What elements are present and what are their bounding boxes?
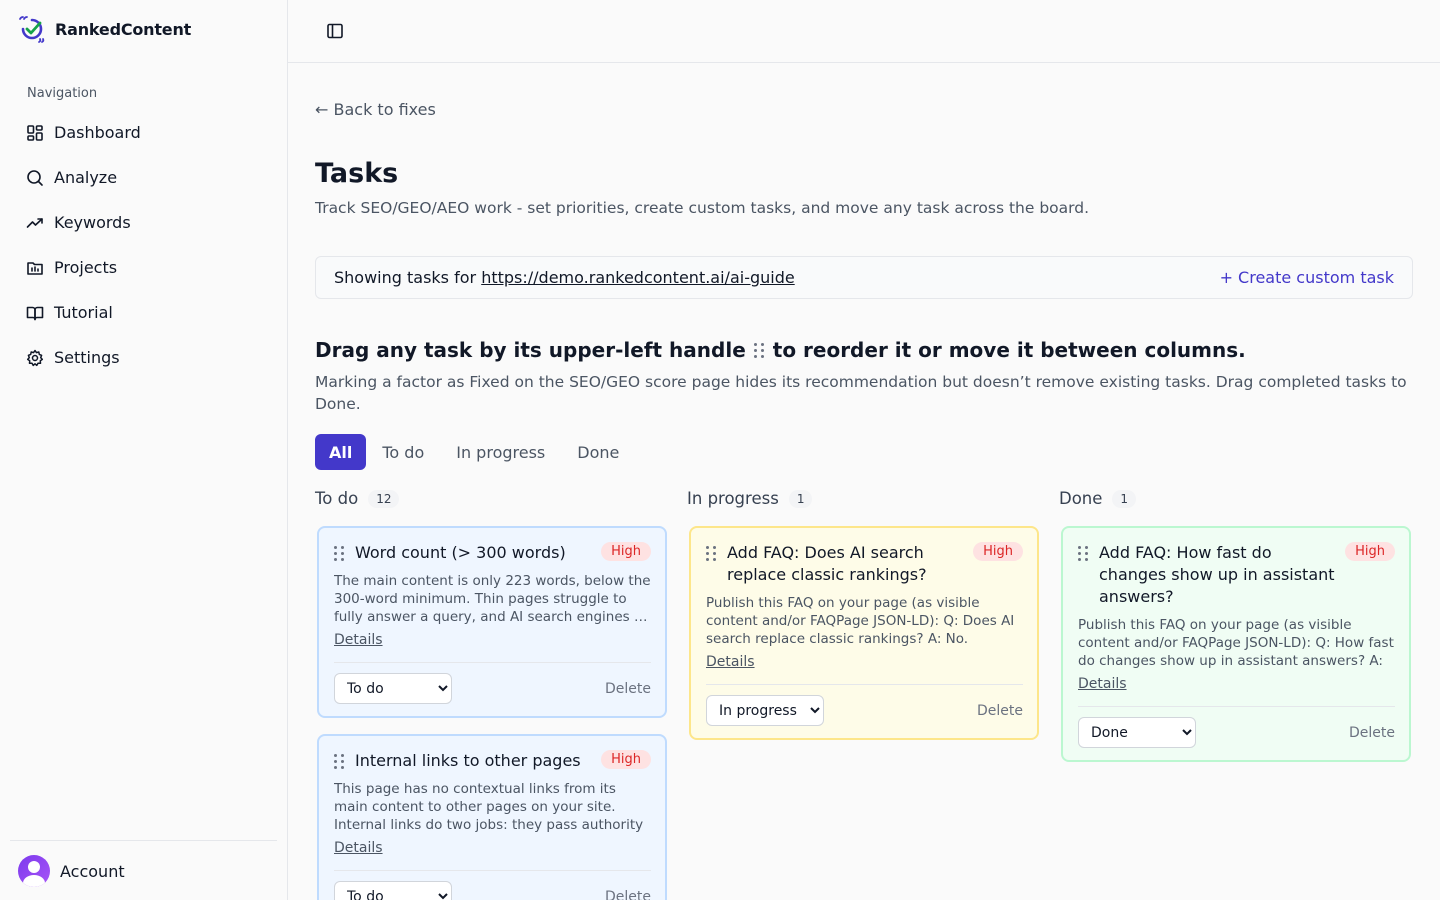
create-custom-task-button[interactable]: + Create custom task — [1220, 268, 1394, 287]
nav-heading: Navigation — [27, 86, 98, 101]
task-title: Internal links to other pages — [355, 751, 581, 770]
priority-badge: High — [1345, 542, 1395, 561]
task-title: Add FAQ: Does AI search replace classic … — [727, 543, 927, 584]
filter-tab-done[interactable]: Done — [561, 434, 635, 470]
sidebar-toggle-button[interactable] — [324, 20, 346, 42]
nav-list: Dashboard Analyze Keywords Projects Tuto… — [16, 110, 272, 380]
task-card[interactable]: Internal links to other pages High This … — [317, 734, 667, 900]
page-subtitle: Track SEO/GEO/AEO work - set priorities,… — [315, 199, 1090, 217]
filter-tab-in-progress[interactable]: In progress — [440, 434, 561, 470]
folder-icon — [27, 261, 43, 275]
sidebar-item-dashboard[interactable]: Dashboard — [16, 110, 272, 155]
status-select[interactable]: To do — [334, 673, 452, 704]
drag-note: Marking a factor as Fixed on the SEO/GEO… — [315, 373, 1407, 413]
task-description: This page has no contextual links from i… — [334, 781, 644, 833]
url-text: Showing tasks for https://demo.rankedcon… — [334, 268, 795, 287]
priority-badge: High — [601, 750, 651, 769]
column-count-badge: 12 — [368, 489, 400, 508]
sidebar-item-label: Dashboard — [54, 123, 141, 142]
account-label: Account — [60, 861, 125, 881]
drag-heading: Drag any task by its upper-left handle t… — [315, 338, 1246, 362]
drag-heading-before: Drag any task by its upper-left handle — [315, 338, 746, 362]
back-to-fixes-link[interactable]: ← Back to fixes — [315, 100, 436, 119]
sidebar-item-tutorial[interactable]: Tutorial — [16, 290, 272, 335]
task-description: Publish this FAQ on your page (as visibl… — [1078, 617, 1394, 669]
sidebar-item-label: Analyze — [54, 168, 118, 187]
trend-icon — [26, 217, 43, 228]
status-select[interactable]: Done — [1078, 717, 1196, 748]
filter-tab-all[interactable]: All — [315, 434, 367, 470]
search-icon — [27, 169, 43, 186]
delete-button[interactable]: Delete — [605, 889, 651, 900]
drag-handle-icon[interactable] — [706, 542, 717, 561]
sidebar-item-label: Projects — [54, 258, 118, 277]
drag-handle-icon[interactable] — [334, 542, 345, 561]
brand[interactable]: RankedContent — [17, 14, 191, 44]
gear-icon — [26, 349, 44, 366]
sidebar-item-label: Settings — [54, 348, 120, 367]
drag-heading-after: to reorder it or move it between columns… — [772, 338, 1246, 362]
brand-name: RankedContent — [55, 19, 192, 39]
task-card[interactable]: Word count (> 300 words) High The main c… — [317, 526, 667, 718]
delete-button[interactable]: Delete — [1349, 725, 1395, 741]
column-header-in-progress: In progress 1 — [687, 489, 813, 508]
sidebar-item-label: Keywords — [54, 213, 131, 232]
page-title: Tasks — [315, 158, 399, 189]
delete-button[interactable]: Delete — [605, 681, 651, 697]
details-link[interactable]: Details — [1078, 676, 1127, 692]
drag-handle-icon[interactable] — [334, 750, 345, 769]
priority-badge: High — [973, 542, 1023, 561]
account-button[interactable]: Account — [18, 855, 125, 887]
task-description: Publish this FAQ on your page (as visibl… — [706, 595, 1015, 647]
sidebar-item-label: Tutorial — [54, 303, 113, 322]
url-prefix: Showing tasks for — [334, 268, 477, 287]
task-card[interactable]: Add FAQ: Does AI search replace classic … — [689, 526, 1039, 740]
status-select[interactable]: In progress — [706, 695, 824, 726]
task-description: The main content is only 223 words, belo… — [334, 573, 651, 625]
sidebar-panel-icon — [327, 23, 343, 39]
sidebar-item-analyze[interactable]: Analyze — [16, 155, 272, 200]
drag-handle-icon — [753, 342, 765, 358]
task-title: Add FAQ: How fast do changes show up in … — [1099, 543, 1335, 606]
sidebar-item-keywords[interactable]: Keywords — [16, 200, 272, 245]
topbar — [288, 0, 1440, 63]
brand-logo-icon — [19, 16, 45, 43]
sidebar-divider — [10, 840, 277, 841]
book-icon — [26, 306, 44, 320]
status-select[interactable]: To do — [334, 881, 452, 900]
details-link[interactable]: Details — [334, 840, 383, 856]
sidebar-item-projects[interactable]: Projects — [16, 245, 272, 290]
column-count-badge: 1 — [1112, 489, 1137, 508]
column-count-badge: 1 — [788, 489, 813, 508]
priority-badge: High — [601, 542, 651, 561]
url-bar: Showing tasks for https://demo.rankedcon… — [315, 256, 1413, 299]
filter-tabs: All To do In progress Done — [315, 434, 635, 470]
page-url-link[interactable]: https://demo.rankedcontent.ai/ai-guide — [481, 268, 795, 287]
filter-tab-todo[interactable]: To do — [366, 434, 440, 470]
delete-button[interactable]: Delete — [977, 703, 1023, 719]
column-title: In progress — [687, 489, 779, 508]
sidebar: RankedContent Navigation Dashboard Analy… — [0, 0, 288, 900]
details-link[interactable]: Details — [334, 632, 383, 648]
drag-handle-icon[interactable] — [1078, 542, 1089, 561]
details-link[interactable]: Details — [706, 654, 755, 670]
column-title: To do — [315, 489, 359, 508]
sidebar-item-settings[interactable]: Settings — [16, 335, 272, 380]
column-header-todo: To do 12 — [315, 489, 400, 508]
dashboard-icon — [27, 124, 43, 141]
task-card[interactable]: Add FAQ: How fast do changes show up in … — [1061, 526, 1411, 762]
avatar — [18, 855, 50, 887]
task-title: Word count (> 300 words) — [355, 543, 566, 562]
column-title: Done — [1059, 489, 1103, 508]
column-header-done: Done 1 — [1059, 489, 1137, 508]
